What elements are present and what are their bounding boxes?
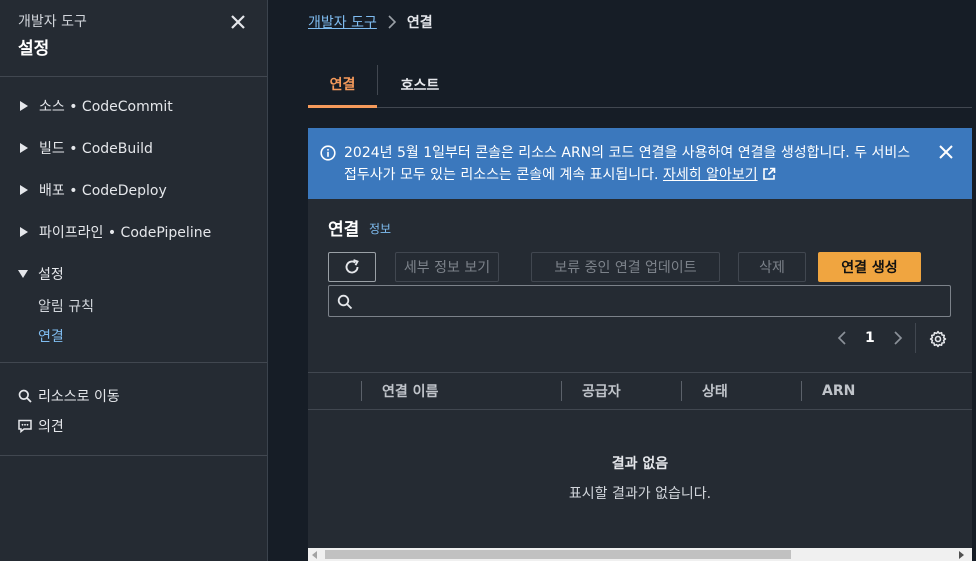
sidebar-item-codedeploy[interactable]: 배포 • CodeDeploy	[18, 180, 167, 200]
breadcrumb: 개발자 도구 연결	[308, 12, 433, 32]
sidebar-title: 설정	[18, 39, 50, 59]
chevron-left-icon[interactable]	[836, 330, 848, 346]
feedback-icon	[18, 419, 32, 433]
tab-connections[interactable]: 연결	[308, 62, 377, 108]
sidebar-item-label: 소스 • CodeCommit	[39, 99, 173, 115]
current-page-number[interactable]: 1	[865, 330, 875, 346]
caret-right-icon	[20, 185, 28, 195]
sidebar-item-label: 설정	[38, 267, 64, 283]
close-icon[interactable]	[228, 12, 248, 32]
info-flashbar: 2024년 5월 1일부터 콘솔은 리소스 ARN의 코드 연결을 사용하여 연…	[308, 128, 972, 199]
create-connection-button[interactable]: 연결 생성	[818, 252, 921, 282]
sidebar-item-notification-rules[interactable]: 알림 규칙	[38, 296, 94, 316]
learn-more-label: 자세히 알아보기	[662, 167, 758, 183]
connections-container: 2024년 5월 1일부터 콘솔은 리소스 ARN의 코드 연결을 사용하여 연…	[308, 128, 972, 561]
update-pending-connection-button[interactable]: 보류 중인 연결 업데이트	[531, 252, 720, 282]
sidebar-link-label: 리소스로 이동	[38, 389, 120, 405]
scroll-right-arrow-icon[interactable]	[959, 551, 964, 559]
flash-message-text: 2024년 5월 1일부터 콘솔은 리소스 ARN의 코드 연결을 사용하여 연…	[344, 145, 911, 183]
close-icon[interactable]	[938, 144, 954, 160]
refresh-icon	[345, 259, 359, 274]
chevron-right-icon	[388, 15, 396, 29]
flash-message: 2024년 5월 1일부터 콘솔은 리소스 ARN의 코드 연결을 사용하여 연…	[344, 142, 924, 186]
tab-bar: 연결 호스트	[308, 62, 972, 108]
column-divider	[801, 381, 802, 401]
section-title: 연결	[328, 220, 360, 240]
caret-right-icon	[20, 227, 28, 237]
caret-right-icon	[20, 143, 28, 153]
sidebar: 개발자 도구 설정 소스 • CodeCommit 빌드 • CodeBuild…	[0, 0, 268, 561]
external-link-icon[interactable]	[762, 167, 776, 181]
caret-right-icon	[20, 101, 28, 111]
table-header: 연결 이름 공급자 상태 ARN	[308, 372, 972, 410]
empty-state-title: 결과 없음	[611, 456, 669, 472]
scroll-left-arrow-icon[interactable]	[312, 551, 317, 559]
sidebar-item-settings[interactable]: 설정	[18, 264, 64, 284]
scrollbar-thumb[interactable]	[325, 550, 791, 559]
go-to-resource-link[interactable]: 리소스로 이동	[18, 386, 120, 406]
column-header-connection-name[interactable]: 연결 이름	[382, 373, 438, 409]
sidebar-item-label: 파이프라인 • CodePipeline	[39, 225, 212, 241]
sidebar-header: 개발자 도구 설정	[0, 0, 267, 77]
sidebar-item-codepipeline[interactable]: 파이프라인 • CodePipeline	[18, 222, 211, 242]
column-divider	[681, 381, 682, 401]
caret-down-icon	[18, 270, 28, 278]
sidebar-item-codecommit[interactable]: 소스 • CodeCommit	[18, 96, 173, 116]
breadcrumb-current: 연결	[406, 15, 433, 31]
sidebar-item-label: 빌드 • CodeBuild	[39, 141, 153, 157]
pagination-divider	[915, 323, 916, 353]
column-header-arn[interactable]: ARN	[822, 373, 855, 409]
delete-button[interactable]: 삭제	[738, 252, 806, 282]
gear-icon[interactable]	[929, 330, 947, 348]
column-divider	[361, 381, 362, 401]
sidebar-item-label: 배포 • CodeDeploy	[39, 183, 167, 199]
sidebar-item-connections[interactable]: 연결	[38, 326, 64, 346]
sidebar-divider	[0, 362, 267, 363]
sidebar-item-codebuild[interactable]: 빌드 • CodeBuild	[18, 138, 153, 158]
empty-state-description: 표시할 결과가 없습니다.	[568, 486, 712, 502]
sidebar-divider	[0, 455, 267, 456]
feedback-link[interactable]: 의견	[18, 416, 64, 436]
column-divider	[561, 381, 562, 401]
tab-hosts[interactable]: 호스트	[378, 62, 462, 108]
info-link[interactable]: 정보	[369, 220, 391, 237]
info-icon	[320, 145, 336, 161]
sidebar-super-title[interactable]: 개발자 도구	[18, 11, 87, 31]
search-field[interactable]	[328, 285, 951, 317]
sidebar-link-label: 의견	[38, 419, 64, 435]
chevron-right-icon[interactable]	[892, 330, 904, 346]
column-header-provider[interactable]: 공급자	[582, 373, 621, 409]
search-input[interactable]	[359, 286, 939, 316]
column-header-status[interactable]: 상태	[702, 373, 728, 409]
search-icon	[337, 294, 353, 310]
search-icon	[18, 389, 32, 403]
horizontal-scrollbar[interactable]	[308, 548, 972, 561]
refresh-button[interactable]	[328, 252, 376, 282]
learn-more-link[interactable]: 자세히 알아보기	[663, 167, 758, 183]
view-details-button[interactable]: 세부 정보 보기	[395, 252, 499, 282]
breadcrumb-developer-tools[interactable]: 개발자 도구	[308, 12, 377, 32]
